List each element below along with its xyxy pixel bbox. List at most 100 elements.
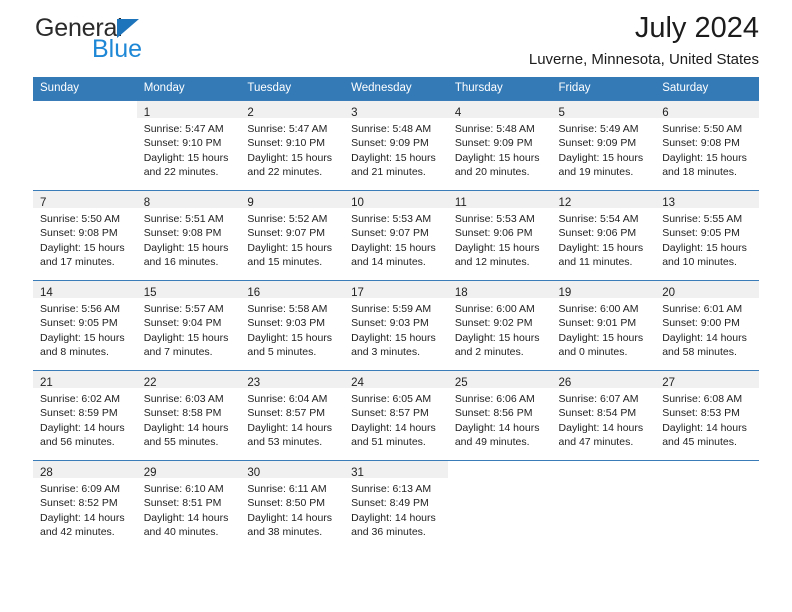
- day-sun-info: Sunrise: 5:48 AM Sunset: 9:09 PM Daylight:…: [448, 118, 552, 179]
- calendar-day-cell[interactable]: [33, 100, 137, 191]
- calendar-day-cell[interactable]: 24 Sunrise: 6:05 AM Sunset: 8:57 PM Dayligh…: [344, 370, 448, 461]
- day-number: 1: [143, 107, 151, 119]
- calendar-day-cell[interactable]: 14 Sunrise: 5:56 AM Sunset: 9:05 PM Dayligh…: [33, 280, 137, 371]
- daylight-duration-line2: and 55 minutes.: [143, 435, 219, 448]
- sunset-time: Sunset: 8:54 PM: [558, 407, 637, 420]
- day-sun-info: Sunrise: 5:58 AM Sunset: 9:03 PM Daylight:…: [240, 298, 344, 359]
- calendar-day-cell[interactable]: 2 Sunrise: 5:47 AM Sunset: 9:10 PM Daylight…: [240, 100, 345, 191]
- daylight-duration-line1: Daylight: 14 hours: [247, 421, 333, 434]
- day-content: 2 Sunrise: 5:47 AM Sunset: 9:10 PM Daylight…: [240, 101, 345, 190]
- calendar-day-cell[interactable]: 3 Sunrise: 5:48 AM Sunset: 9:09 PM Daylight…: [344, 100, 448, 191]
- calendar-day-cell[interactable]: 9 Sunrise: 5:52 AM Sunset: 9:07 PM Daylight…: [240, 190, 345, 281]
- daylight-duration-line1: Daylight: 14 hours: [454, 421, 540, 434]
- day-content: 29 Sunrise: 6:10 AM Sunset: 8:51 PM Dayligh…: [136, 461, 241, 550]
- calendar-day-cell[interactable]: 30 Sunrise: 6:11 AM Sunset: 8:50 PM Dayligh…: [240, 460, 345, 550]
- sunrise-time: Sunrise: 6:05 AM: [351, 393, 432, 405]
- weekday-header-saturday: Saturday: [655, 77, 759, 101]
- calendar-day-cell[interactable]: 26 Sunrise: 6:07 AM Sunset: 8:54 PM Dayligh…: [551, 370, 656, 461]
- sunrise-time: Sunrise: 5:51 AM: [143, 213, 224, 225]
- calendar-day-cell[interactable]: [655, 460, 759, 550]
- calendar-day-cell[interactable]: [447, 460, 552, 550]
- daylight-duration-line2: and 22 minutes.: [143, 165, 219, 178]
- calendar-day-cell[interactable]: 13 Sunrise: 5:55 AM Sunset: 9:05 PM Dayligh…: [655, 190, 759, 281]
- calendar-day-cell[interactable]: 20 Sunrise: 6:01 AM Sunset: 9:00 PM Dayligh…: [655, 280, 759, 371]
- sunset-time: Sunset: 9:03 PM: [351, 317, 429, 330]
- generalblue-logo[interactable]: General Blue: [35, 16, 235, 72]
- sunset-time: Sunset: 9:06 PM: [454, 227, 533, 240]
- daylight-duration-line2: and 58 minutes.: [662, 345, 737, 358]
- day-content: 1 Sunrise: 5:47 AM Sunset: 9:10 PM Daylight…: [136, 101, 241, 190]
- calendar-day-cell[interactable]: 4 Sunrise: 5:48 AM Sunset: 9:09 PM Daylight…: [447, 100, 552, 191]
- daylight-duration-line2: and 10 minutes.: [662, 255, 737, 268]
- day-number-strip: 27: [655, 371, 759, 389]
- calendar-day-cell[interactable]: 5 Sunrise: 5:49 AM Sunset: 9:09 PM Daylight…: [551, 100, 656, 191]
- day-content: 31 Sunrise: 6:13 AM Sunset: 8:49 PM Dayligh…: [344, 461, 448, 550]
- daylight-duration-line2: and 3 minutes.: [351, 345, 420, 358]
- day-sun-info: [33, 118, 137, 122]
- day-number-strip: 15: [136, 281, 241, 299]
- calendar-week-row: 1 Sunrise: 5:47 AM Sunset: 9:10 PM Daylight…: [33, 100, 759, 191]
- day-number-strip: 17: [344, 281, 448, 299]
- weekday-header-friday: Friday: [551, 77, 656, 101]
- calendar-day-cell[interactable]: 17 Sunrise: 5:59 AM Sunset: 9:03 PM Dayligh…: [344, 280, 448, 371]
- calendar-day-cell[interactable]: 19 Sunrise: 6:00 AM Sunset: 9:01 PM Dayligh…: [551, 280, 656, 371]
- day-content: 21 Sunrise: 6:02 AM Sunset: 8:59 PM Dayligh…: [33, 371, 137, 460]
- day-content: 6 Sunrise: 5:50 AM Sunset: 9:08 PM Daylight…: [655, 101, 759, 190]
- calendar-day-cell[interactable]: 22 Sunrise: 6:03 AM Sunset: 8:58 PM Dayligh…: [136, 370, 241, 461]
- day-sun-info: Sunrise: 6:07 AM Sunset: 8:54 PM Daylight:…: [552, 388, 656, 449]
- calendar-day-cell[interactable]: 21 Sunrise: 6:02 AM Sunset: 8:59 PM Dayligh…: [33, 370, 137, 461]
- calendar-day-cell[interactable]: 12 Sunrise: 5:54 AM Sunset: 9:06 PM Dayligh…: [551, 190, 656, 281]
- calendar-day-cell[interactable]: 1 Sunrise: 5:47 AM Sunset: 9:10 PM Daylight…: [136, 100, 241, 191]
- day-number-strip: 29: [136, 461, 241, 479]
- sunset-time: Sunset: 9:00 PM: [662, 317, 740, 330]
- calendar-day-cell[interactable]: [551, 460, 656, 550]
- daylight-duration-line1: Daylight: 14 hours: [40, 511, 125, 524]
- day-content: 30 Sunrise: 6:11 AM Sunset: 8:50 PM Dayligh…: [240, 461, 345, 550]
- daylight-duration-line2: and 38 minutes.: [247, 525, 323, 538]
- calendar-day-cell[interactable]: 11 Sunrise: 5:53 AM Sunset: 9:06 PM Dayligh…: [447, 190, 552, 281]
- day-content: 15 Sunrise: 5:57 AM Sunset: 9:04 PM Dayligh…: [136, 281, 241, 370]
- day-sun-info: Sunrise: 6:00 AM Sunset: 9:02 PM Daylight:…: [448, 298, 552, 359]
- calendar-day-cell[interactable]: 6 Sunrise: 5:50 AM Sunset: 9:08 PM Daylight…: [655, 100, 759, 191]
- day-content-empty: [655, 461, 759, 550]
- day-sun-info: Sunrise: 5:49 AM Sunset: 9:09 PM Daylight:…: [552, 118, 656, 179]
- sunset-time: Sunset: 9:05 PM: [40, 317, 118, 330]
- day-content: 18 Sunrise: 6:00 AM Sunset: 9:02 PM Dayligh…: [447, 281, 552, 370]
- calendar-day-cell[interactable]: 25 Sunrise: 6:06 AM Sunset: 8:56 PM Dayligh…: [447, 370, 552, 461]
- day-number: 22: [143, 377, 157, 389]
- calendar-day-cell[interactable]: 18 Sunrise: 6:00 AM Sunset: 9:02 PM Dayligh…: [447, 280, 552, 371]
- calendar-day-cell[interactable]: 10 Sunrise: 5:53 AM Sunset: 9:07 PM Dayligh…: [344, 190, 448, 281]
- calendar-page: General Blue July 2024 Luverne, Minnesot…: [0, 0, 792, 612]
- day-number: 23: [247, 377, 261, 389]
- day-sun-info: Sunrise: 6:04 AM Sunset: 8:57 PM Daylight:…: [240, 388, 344, 449]
- day-content: 25 Sunrise: 6:06 AM Sunset: 8:56 PM Dayligh…: [447, 371, 552, 460]
- calendar-day-cell[interactable]: 31 Sunrise: 6:13 AM Sunset: 8:49 PM Dayligh…: [344, 460, 448, 550]
- calendar-day-cell[interactable]: 7 Sunrise: 5:50 AM Sunset: 9:08 PM Daylight…: [33, 190, 137, 281]
- day-sun-info: Sunrise: 5:52 AM Sunset: 9:07 PM Daylight:…: [240, 208, 344, 269]
- daylight-duration-line1: Daylight: 14 hours: [143, 421, 229, 434]
- day-sun-info: Sunrise: 6:03 AM Sunset: 8:58 PM Daylight:…: [137, 388, 241, 449]
- daylight-duration-line2: and 18 minutes.: [662, 165, 737, 178]
- calendar-day-cell[interactable]: 29 Sunrise: 6:10 AM Sunset: 8:51 PM Dayligh…: [136, 460, 241, 550]
- sunrise-time: Sunrise: 6:00 AM: [558, 303, 639, 315]
- daylight-duration-line2: and 20 minutes.: [454, 165, 530, 178]
- calendar-day-cell[interactable]: 16 Sunrise: 5:58 AM Sunset: 9:03 PM Dayligh…: [240, 280, 345, 371]
- sunrise-time: Sunrise: 6:03 AM: [143, 393, 224, 405]
- day-content: 14 Sunrise: 5:56 AM Sunset: 9:05 PM Dayligh…: [33, 281, 137, 370]
- daylight-duration-line2: and 12 minutes.: [454, 255, 530, 268]
- calendar-day-cell[interactable]: 27 Sunrise: 6:08 AM Sunset: 8:53 PM Dayligh…: [655, 370, 759, 461]
- sunset-time: Sunset: 8:58 PM: [143, 407, 222, 420]
- calendar-day-cell[interactable]: 15 Sunrise: 5:57 AM Sunset: 9:04 PM Dayligh…: [136, 280, 241, 371]
- daylight-duration-line1: Daylight: 15 hours: [558, 241, 644, 254]
- calendar-day-cell[interactable]: 28 Sunrise: 6:09 AM Sunset: 8:52 PM Dayligh…: [33, 460, 137, 550]
- day-number: 19: [558, 287, 572, 299]
- page-title: July 2024: [634, 12, 759, 44]
- day-sun-info: Sunrise: 6:01 AM Sunset: 9:00 PM Daylight:…: [655, 298, 759, 359]
- day-number-strip: 2: [240, 101, 345, 119]
- calendar-day-cell[interactable]: 8 Sunrise: 5:51 AM Sunset: 9:08 PM Daylight…: [136, 190, 241, 281]
- calendar-week-row: 7 Sunrise: 5:50 AM Sunset: 9:08 PM Daylight…: [33, 190, 759, 281]
- calendar-day-cell[interactable]: 23 Sunrise: 6:04 AM Sunset: 8:57 PM Dayligh…: [240, 370, 345, 461]
- daylight-duration-line1: Daylight: 14 hours: [40, 421, 125, 434]
- day-number: 6: [662, 107, 669, 119]
- day-number: 10: [351, 197, 364, 209]
